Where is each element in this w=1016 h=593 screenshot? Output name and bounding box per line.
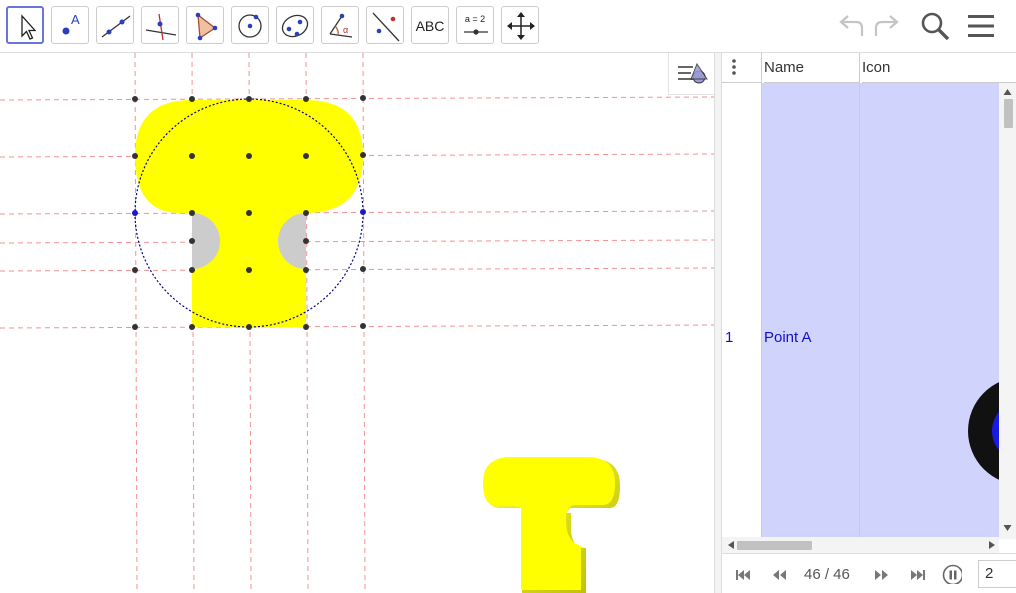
skip-first-icon[interactable] [733, 565, 753, 585]
move-view-icon [507, 12, 535, 40]
column-divider [859, 53, 860, 539]
navigation-bar: 46 / 46 2 [722, 553, 1016, 593]
vertical-scroll-thumb[interactable] [1004, 99, 1013, 128]
column-divider [761, 53, 762, 539]
perpendicular-line-tool[interactable] [141, 6, 179, 44]
skip-last-icon[interactable] [908, 565, 928, 585]
reflect-icon [372, 12, 400, 42]
text-tool[interactable]: ABC [411, 6, 449, 44]
point-tool[interactable]: A [51, 6, 89, 44]
graphics-view[interactable] [0, 53, 714, 593]
undo-icon [839, 15, 864, 36]
circle-center-icon [238, 14, 262, 38]
hamburger-menu-icon [968, 15, 994, 37]
undo-button[interactable] [834, 8, 868, 44]
reflect-tool[interactable] [366, 6, 404, 44]
horizontal-scrollbar[interactable] [722, 537, 999, 553]
column-header-name[interactable]: Name [764, 53, 860, 83]
ellipse-icon [281, 14, 309, 38]
slider-tool[interactable]: a = 2 [456, 6, 494, 44]
scroll-down-icon[interactable] [999, 521, 1016, 535]
scroll-right-icon[interactable] [985, 537, 999, 553]
step-forward-icon[interactable] [872, 565, 892, 585]
toolbar: A α ABC a = 2 [0, 0, 1016, 53]
circle-center-point-tool[interactable] [231, 6, 269, 44]
move-graphics-view-tool[interactable] [501, 6, 539, 44]
column-header-icon[interactable]: Icon [862, 53, 998, 83]
panel-divider[interactable] [714, 53, 722, 593]
svg-text:α: α [343, 25, 348, 35]
point-tool-label: A [71, 12, 80, 27]
graphics-canvas[interactable] [0, 53, 714, 593]
angle-tool[interactable]: α [321, 6, 359, 44]
scroll-up-icon[interactable] [999, 85, 1016, 99]
redo-icon [874, 15, 899, 36]
header-filler [998, 53, 1016, 83]
step-back-icon[interactable] [769, 565, 789, 585]
row-name-cell[interactable]: Point A [764, 329, 812, 346]
pause-icon[interactable] [942, 564, 962, 584]
search-button[interactable] [918, 8, 952, 44]
row-number: 1 [725, 329, 734, 346]
graphics-stylebar-icon [678, 62, 708, 84]
slider-icon [464, 29, 488, 35]
mushroom-3d-preview [483, 457, 620, 593]
horizontal-scroll-thumb[interactable] [737, 541, 812, 550]
main-menu-button[interactable] [965, 8, 999, 44]
playback-speed-input[interactable]: 2 [978, 560, 1016, 588]
row-menu-header[interactable] [722, 53, 762, 83]
perpendicular-line-icon [145, 13, 177, 41]
vertical-dots-icon [732, 59, 736, 75]
step-counter: 46 / 46 [804, 566, 850, 583]
ellipse-tool[interactable] [276, 6, 314, 44]
polygon-icon [195, 12, 218, 41]
text-icon: ABC [415, 18, 445, 34]
construction-protocol: Name Icon 1 Point A 46 / 46 2 [722, 53, 1016, 593]
line-tool[interactable] [96, 6, 134, 44]
redo-button[interactable] [870, 8, 904, 44]
line-icon [101, 15, 131, 38]
polygon-tool[interactable] [186, 6, 224, 44]
scroll-left-icon[interactable] [724, 537, 738, 553]
highlighted-row-band[interactable] [762, 83, 999, 537]
angle-icon: α [329, 13, 353, 38]
arrow-cursor-icon [21, 14, 37, 40]
point-icon: A [62, 12, 80, 35]
search-icon [921, 12, 950, 41]
graphics-stylebar-button[interactable] [668, 53, 714, 95]
vertical-scrollbar[interactable] [999, 83, 1016, 539]
move-tool[interactable] [6, 6, 44, 44]
